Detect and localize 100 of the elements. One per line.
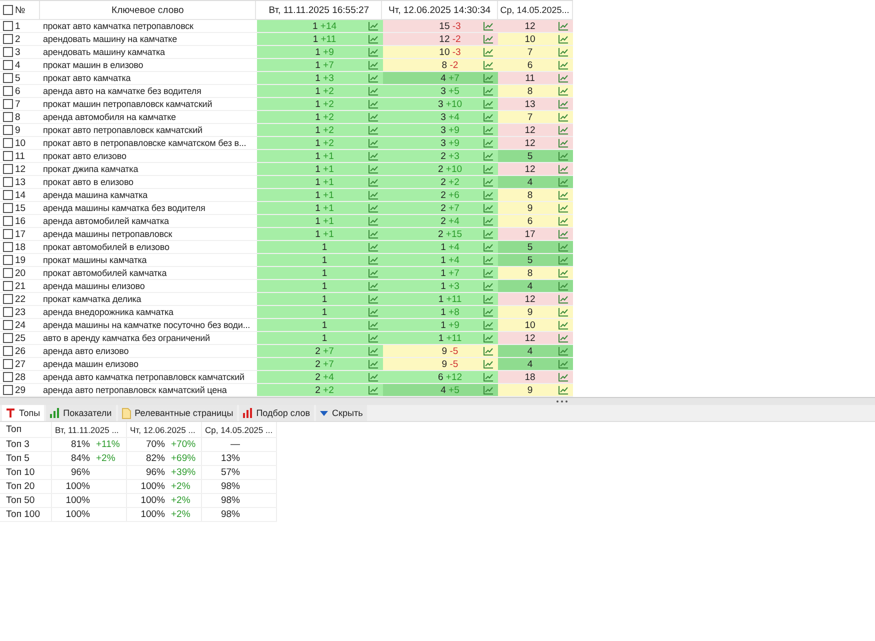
chart-icon[interactable] — [558, 359, 569, 369]
column-header[interactable]: Вт, 11.11.2025 ... — [52, 422, 127, 437]
column-header[interactable]: Чт, 12.06.2025 14:30:34 — [382, 1, 498, 19]
chart-icon[interactable] — [558, 164, 569, 174]
checkbox[interactable] — [3, 73, 13, 83]
checkbox[interactable] — [3, 34, 13, 44]
chart-icon[interactable] — [558, 281, 569, 291]
chart-icon[interactable] — [558, 47, 569, 57]
chart-icon[interactable] — [558, 229, 569, 239]
checkbox[interactable] — [3, 164, 13, 174]
checkbox[interactable] — [3, 320, 13, 330]
tab[interactable]: Показатели — [46, 405, 116, 421]
chart-icon[interactable] — [368, 190, 379, 200]
chart-icon[interactable] — [558, 268, 569, 278]
chart-icon[interactable] — [368, 73, 379, 83]
chart-icon[interactable] — [558, 73, 569, 83]
chart-icon[interactable] — [368, 138, 379, 148]
chart-icon[interactable] — [483, 34, 494, 44]
chart-icon[interactable] — [483, 203, 494, 213]
chart-icon[interactable] — [368, 385, 379, 395]
chart-icon[interactable] — [368, 151, 379, 161]
chart-icon[interactable] — [368, 164, 379, 174]
chart-icon[interactable] — [558, 307, 569, 317]
chart-icon[interactable] — [558, 34, 569, 44]
column-header[interactable]: Вт, 11.11.2025 16:55:27 — [256, 1, 382, 19]
chart-icon[interactable] — [483, 190, 494, 200]
checkbox[interactable] — [3, 203, 13, 213]
chart-icon[interactable] — [483, 99, 494, 109]
chart-icon[interactable] — [368, 281, 379, 291]
chart-icon[interactable] — [558, 203, 569, 213]
chart-icon[interactable] — [368, 359, 379, 369]
chart-icon[interactable] — [483, 21, 494, 31]
chart-icon[interactable] — [483, 294, 494, 304]
chart-icon[interactable] — [558, 60, 569, 70]
chart-icon[interactable] — [368, 229, 379, 239]
chart-icon[interactable] — [368, 60, 379, 70]
chart-icon[interactable] — [558, 333, 569, 343]
chart-icon[interactable] — [483, 281, 494, 291]
column-header[interactable]: № — [15, 4, 26, 16]
chart-icon[interactable] — [558, 177, 569, 187]
checkbox[interactable] — [3, 268, 13, 278]
column-header[interactable]: Ср, 14.05.2025... — [498, 1, 573, 19]
chart-icon[interactable] — [558, 151, 569, 161]
chart-icon[interactable] — [483, 320, 494, 330]
grip-icon[interactable] — [556, 400, 568, 403]
chart-icon[interactable] — [368, 255, 379, 265]
checkbox[interactable] — [3, 333, 13, 343]
column-header[interactable]: Топ — [0, 422, 52, 437]
chart-icon[interactable] — [483, 372, 494, 382]
chart-icon[interactable] — [558, 242, 569, 252]
checkbox[interactable] — [3, 242, 13, 252]
chart-icon[interactable] — [368, 216, 379, 226]
chart-icon[interactable] — [483, 73, 494, 83]
chart-icon[interactable] — [558, 346, 569, 356]
checkbox[interactable] — [3, 5, 13, 15]
chart-icon[interactable] — [368, 47, 379, 57]
chart-icon[interactable] — [368, 112, 379, 122]
chart-icon[interactable] — [558, 294, 569, 304]
tab[interactable]: Топы — [2, 405, 44, 421]
chart-icon[interactable] — [483, 177, 494, 187]
checkbox[interactable] — [3, 359, 13, 369]
chart-icon[interactable] — [483, 268, 494, 278]
chart-icon[interactable] — [483, 138, 494, 148]
checkbox[interactable] — [3, 151, 13, 161]
chart-icon[interactable] — [558, 320, 569, 330]
chart-icon[interactable] — [558, 385, 569, 395]
chart-icon[interactable] — [483, 346, 494, 356]
checkbox[interactable] — [3, 294, 13, 304]
chart-icon[interactable] — [368, 242, 379, 252]
chart-icon[interactable] — [558, 125, 569, 135]
column-header[interactable]: Ср, 14.05.2025 ... — [202, 422, 277, 437]
checkbox[interactable] — [3, 255, 13, 265]
chart-icon[interactable] — [558, 86, 569, 96]
chart-icon[interactable] — [368, 346, 379, 356]
checkbox[interactable] — [3, 229, 13, 239]
chart-icon[interactable] — [558, 372, 569, 382]
checkbox[interactable] — [3, 372, 13, 382]
tab[interactable]: Релевантные страницы — [118, 405, 238, 421]
chart-icon[interactable] — [368, 86, 379, 96]
chart-icon[interactable] — [483, 359, 494, 369]
chart-icon[interactable] — [558, 99, 569, 109]
chart-icon[interactable] — [368, 21, 379, 31]
checkbox[interactable] — [3, 307, 13, 317]
checkbox[interactable] — [3, 281, 13, 291]
chart-icon[interactable] — [483, 151, 494, 161]
checkbox[interactable] — [3, 125, 13, 135]
checkbox[interactable] — [3, 190, 13, 200]
chart-icon[interactable] — [368, 125, 379, 135]
checkbox[interactable] — [3, 138, 13, 148]
chart-icon[interactable] — [368, 268, 379, 278]
column-header[interactable]: Ключевое слово — [40, 1, 256, 19]
chart-icon[interactable] — [483, 307, 494, 317]
checkbox[interactable] — [3, 60, 13, 70]
chart-icon[interactable] — [558, 21, 569, 31]
chart-icon[interactable] — [483, 60, 494, 70]
chart-icon[interactable] — [483, 125, 494, 135]
checkbox[interactable] — [3, 86, 13, 96]
chart-icon[interactable] — [368, 203, 379, 213]
checkbox[interactable] — [3, 47, 13, 57]
chart-icon[interactable] — [483, 112, 494, 122]
